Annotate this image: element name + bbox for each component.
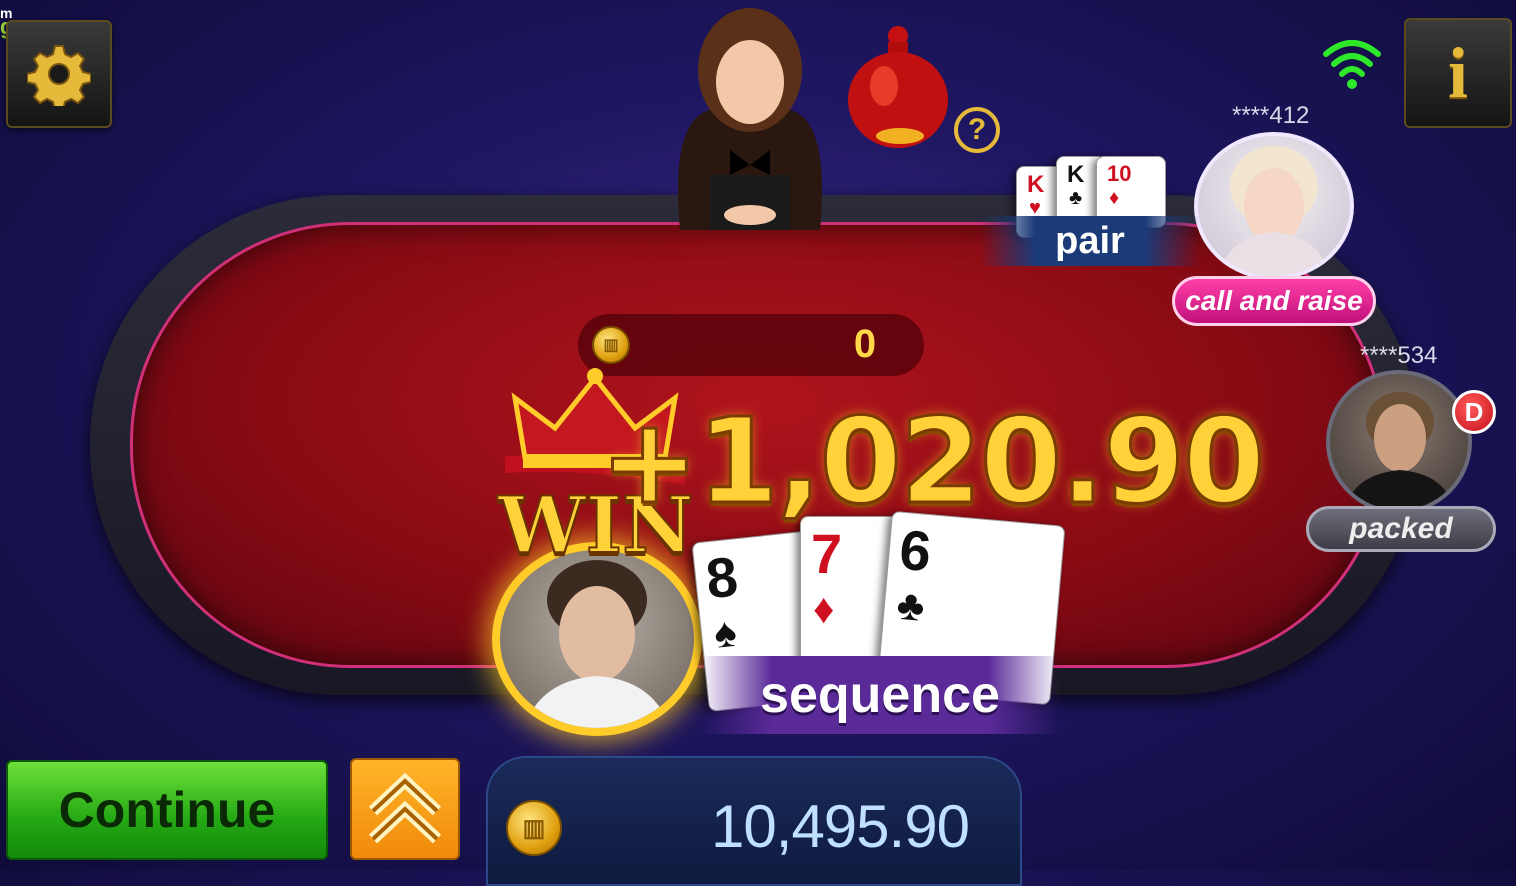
self-hand-label: sequence: [700, 656, 1060, 734]
coin-icon: ▥: [592, 326, 630, 364]
player-412-action-badge: call and raise: [1172, 276, 1376, 326]
card-rank: 7: [811, 522, 843, 585]
player-412-hand-label: pair: [980, 216, 1200, 266]
pot-vase-icon: [848, 26, 948, 148]
self-portrait: [524, 560, 670, 728]
dealer-avatar: [678, 8, 822, 230]
player-534-avatar[interactable]: [1326, 370, 1472, 514]
win-amount: +1,020.90: [598, 391, 1266, 532]
player-534-id: ****534: [1360, 342, 1438, 369]
balance-amount: 10,495.90: [711, 793, 970, 860]
gear-icon: [27, 45, 91, 106]
info-icon: i: [1447, 32, 1468, 113]
pot-amount: 0: [853, 322, 877, 366]
player-412-id: ****412: [1232, 102, 1310, 129]
player-412-avatar[interactable]: [1194, 132, 1354, 280]
card-suit: ♦: [813, 585, 835, 632]
info-button[interactable]: i: [1404, 18, 1512, 128]
double-chevron-up-icon: [368, 772, 442, 844]
settings-button[interactable]: [6, 20, 112, 128]
card-suit: ♠: [711, 607, 739, 657]
player-534-portrait: [1344, 392, 1454, 510]
card-suit: ♣: [895, 580, 927, 630]
player-412-portrait: [1218, 146, 1330, 276]
card-suit: ♣: [1069, 187, 1083, 209]
help-icon[interactable]: ?: [954, 107, 1000, 153]
balance-coin-icon: ▥: [506, 800, 562, 856]
card-rank: K: [1067, 161, 1085, 188]
self-avatar[interactable]: [492, 542, 702, 736]
card-rank: 8: [703, 544, 741, 611]
player-534-status-badge: packed: [1306, 506, 1496, 552]
dealer-badge: D: [1452, 390, 1496, 434]
card-rank: K: [1027, 171, 1045, 198]
card-suit: ♦: [1109, 187, 1120, 209]
wifi-icon: [1323, 40, 1381, 89]
continue-button[interactable]: Continue: [6, 760, 328, 860]
card-rank: 10: [1107, 161, 1132, 186]
expand-button[interactable]: [350, 758, 460, 860]
